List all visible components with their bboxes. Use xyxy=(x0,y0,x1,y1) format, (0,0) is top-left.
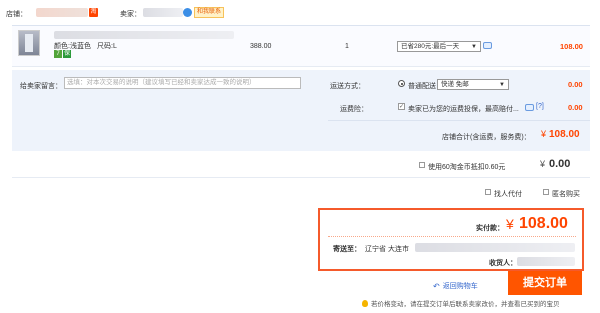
back-to-cart-link[interactable]: ↶ 返回购物车 xyxy=(433,281,478,291)
back-arrow-icon: ↶ xyxy=(433,281,440,291)
summary-divider xyxy=(328,236,576,237)
service-badge-bao: 保 xyxy=(63,50,71,58)
shipping-radio[interactable] xyxy=(398,80,405,87)
contact-label: 和我联系 xyxy=(194,6,225,18)
seller-label: 卖家： xyxy=(120,11,141,18)
insurance-text: 卖家已为您的运费投保，最高赔付... xyxy=(408,106,519,113)
seller-name[interactable] xyxy=(143,8,183,17)
shop-header: 店铺： 淘 卖家： 和我联系 xyxy=(0,0,600,24)
coins-value: 0.00 xyxy=(549,158,571,170)
order-summary-box: 实付款： ¥ 108.00 寄送至： 辽宁省 大连市 收货人： xyxy=(318,208,584,271)
shop-total-label: 店铺合计(含运费，服务费)： xyxy=(442,134,531,141)
paid-value: 108.00 xyxy=(519,215,568,232)
pay-for-me-checkbox[interactable] xyxy=(485,189,491,195)
paid-label: 实付款： xyxy=(476,225,504,232)
shipping-option: 普通配送 xyxy=(408,83,436,90)
quantity: 1 xyxy=(345,43,349,50)
receiver-label: 收货人： xyxy=(489,260,517,267)
ship-to-address-rest xyxy=(415,243,575,252)
message-input[interactable]: 选填：对本次交易的说明（建议填写已经和卖家达成一致的说明） xyxy=(64,77,301,89)
item-thumbnail[interactable] xyxy=(18,30,40,56)
item-size: 尺码:L xyxy=(97,43,117,50)
chevron-down-icon: ▼ xyxy=(471,44,477,50)
insurance-info-icon[interactable] xyxy=(525,104,534,111)
promo-info-icon[interactable] xyxy=(483,42,492,49)
extra-options-row: 找人代付 匿名购买 xyxy=(12,180,590,204)
anonymous-checkbox[interactable] xyxy=(543,189,549,195)
item-subtotal: 108.00 xyxy=(560,42,583,51)
promotion-select-value: 已省280元:最后一天 xyxy=(401,43,460,50)
contact-seller-button[interactable]: 和我联系 xyxy=(183,6,225,18)
coins-currency: ¥ xyxy=(540,159,546,169)
pay-for-me-label: 找人代付 xyxy=(494,191,522,198)
item-row: 颜色:浅蓝色 尺码:L 7 保 388.00 1 已省280元:最后一天 ▼ 1… xyxy=(12,25,590,67)
tao-badge: 淘 xyxy=(89,8,98,17)
ship-to-label: 寄送至： xyxy=(333,246,361,253)
message-label: 给卖家留言： xyxy=(20,83,62,90)
shop-total-currency: ¥ xyxy=(541,129,547,139)
notice-text: 若价格变动，请在提交订单后联系卖家改价，并查看已买到的宝贝 xyxy=(371,301,560,308)
shipping-select[interactable]: 快递 免邮 ▼ xyxy=(437,79,509,90)
unit-price: 388.00 xyxy=(250,43,272,50)
insurance-fee: 0.00 xyxy=(568,103,583,112)
receiver-name xyxy=(517,257,575,266)
shirt-icon xyxy=(25,34,33,52)
section-divider xyxy=(328,120,590,121)
shop-total-value: 108.00 xyxy=(549,129,580,140)
coins-checkbox[interactable] xyxy=(419,162,425,168)
item-title[interactable] xyxy=(54,31,234,39)
coins-label: 使用60淘金币抵扣0.60元 xyxy=(428,164,506,171)
ship-to-address-start: 辽宁省 大连市 xyxy=(365,246,409,253)
shipping-fee: 0.00 xyxy=(568,80,583,89)
paid-currency: ¥ xyxy=(506,216,514,232)
price-change-notice: 若价格变动，请在提交订单后联系卖家改价，并查看已买到的宝贝 xyxy=(362,298,560,308)
insurance-label: 运费险： xyxy=(340,106,368,113)
insurance-checkbox[interactable]: ✓ xyxy=(398,103,405,110)
promotion-select[interactable]: 已省280元:最后一天 ▼ xyxy=(397,41,481,52)
chevron-down-icon: ▼ xyxy=(499,82,505,88)
submit-order-button[interactable]: 提交订单 xyxy=(508,271,582,295)
back-to-cart-label: 返回购物车 xyxy=(442,283,478,290)
anonymous-label: 匿名购买 xyxy=(552,191,580,198)
order-options-section: 给卖家留言： 选填：对本次交易的说明（建议填写已经和卖家达成一致的说明） 运送方… xyxy=(12,70,590,151)
shipping-label: 运送方式： xyxy=(330,83,365,90)
chat-icon xyxy=(183,7,192,17)
shop-name[interactable] xyxy=(36,8,88,17)
shop-label: 店铺： xyxy=(6,11,27,18)
service-badge-7: 7 xyxy=(54,50,62,58)
insurance-help-link[interactable]: [?] xyxy=(536,103,544,110)
shipping-select-value: 快递 免邮 xyxy=(441,81,469,88)
lightbulb-icon xyxy=(362,299,368,307)
coins-row: 使用60淘金币抵扣0.60元 ¥ 0.00 xyxy=(12,152,590,178)
